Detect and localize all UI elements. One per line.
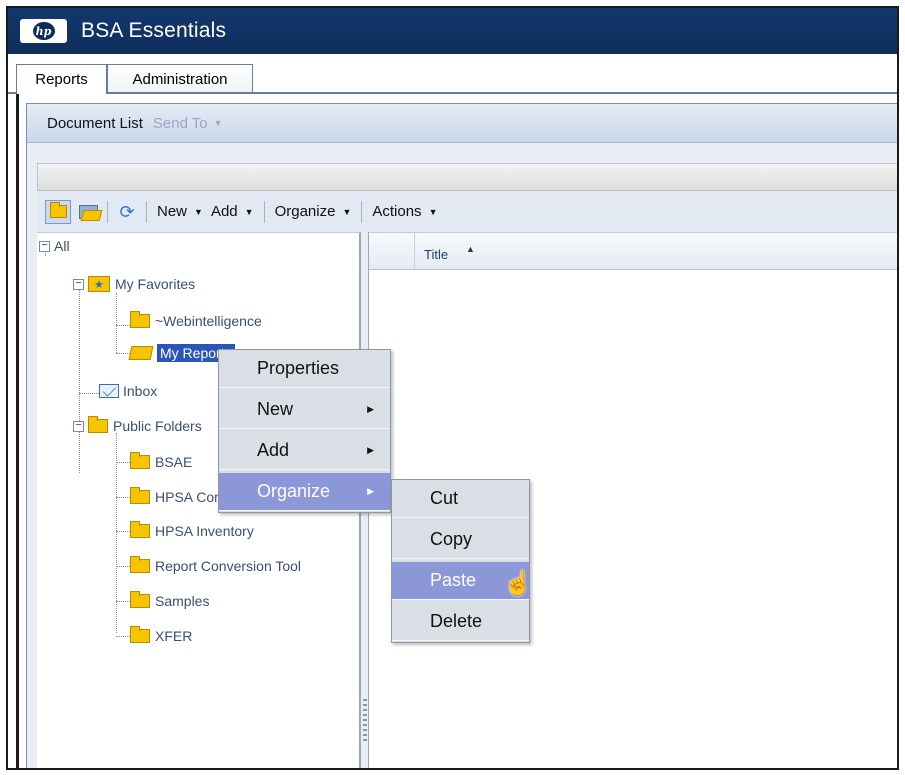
tree-item-public-folders[interactable]: − Public Folders (73, 415, 202, 437)
hand-cursor-icon: ☝ (503, 570, 533, 597)
chevron-down-icon: ▼ (244, 206, 254, 217)
tab-reports[interactable]: Reports (16, 64, 107, 94)
tab-divider (8, 92, 897, 94)
collapse-icon[interactable]: − (73, 278, 84, 290)
refresh-icon[interactable]: ⟳ (114, 200, 140, 224)
tree-item-bsae[interactable]: BSAE (130, 451, 192, 473)
submenu-arrow-icon: ▶ (367, 486, 374, 496)
header-cell-icon[interactable] (369, 233, 415, 270)
tree-item-report-conversion-tool[interactable]: Report Conversion Tool (130, 555, 301, 577)
tree-connector (116, 325, 130, 326)
toolbar: ⟳ New ▼ Add ▼ Organize ▼ Actions ▼ (37, 191, 897, 232)
sort-ascending-icon: ▲ (466, 244, 475, 254)
tab-bar: Reports Administration (8, 54, 897, 94)
folder-icon (130, 626, 150, 643)
tree-connector (79, 393, 101, 394)
menu-item-delete[interactable]: Delete (392, 603, 529, 641)
chevron-down-icon: ▼ (428, 206, 438, 217)
folder-icon[interactable] (45, 199, 71, 224)
toolbar-separator (263, 200, 265, 223)
tree-connector (116, 566, 130, 567)
favorites-folder-icon: ★ (88, 276, 110, 292)
tree-item-all[interactable]: − All (39, 235, 70, 257)
menu-item-new[interactable]: New ▶ (219, 391, 390, 429)
new-menu-button[interactable]: New ▼ (153, 203, 207, 220)
frame-border-left (16, 93, 19, 768)
tree-connector (116, 601, 130, 602)
menu-item-properties[interactable]: Properties (219, 350, 390, 388)
chevron-down-icon: ▼ (213, 118, 223, 128)
menu-item-copy[interactable]: Copy (392, 521, 529, 559)
organize-submenu: Cut Copy Paste Delete (391, 479, 530, 643)
folder-icon (130, 556, 150, 573)
tree-item-xfer[interactable]: XFER (130, 625, 192, 647)
tree-item-my-favorites[interactable]: − ★ My Favorites (73, 273, 195, 295)
folder-icon (130, 452, 150, 469)
document-list-label[interactable]: Document List (47, 115, 143, 132)
tree-connector (116, 293, 117, 353)
tab-administration[interactable]: Administration (107, 64, 253, 93)
collapse-icon[interactable]: − (73, 420, 84, 432)
folder-icon (130, 591, 150, 608)
tree-connector (116, 531, 130, 532)
tree-connector (116, 353, 130, 354)
folder-icon (130, 487, 150, 504)
tree-connector (116, 497, 130, 498)
toolbar-separator (146, 200, 147, 223)
folder-icon (130, 521, 150, 538)
toolbar-separator (361, 200, 363, 223)
tree-item-hpsa-inventory[interactable]: HPSA Inventory (130, 520, 254, 542)
send-to-menu: Send To (152, 114, 208, 132)
chevron-down-icon: ▼ (342, 206, 352, 217)
tree-connector (116, 433, 117, 633)
app-title: BSA Essentials (81, 19, 227, 42)
title-bar: hp BSA Essentials (8, 8, 897, 54)
tree-connector (116, 636, 130, 637)
menu-item-organize[interactable]: Organize ▶ (219, 473, 390, 511)
open-folder-icon (128, 346, 154, 360)
context-menu: Properties New ▶ Add ▶ Organize ▶ (218, 349, 391, 513)
list-header: Title ▲ (369, 233, 897, 270)
spacer (27, 143, 897, 163)
chevron-down-icon: ▼ (194, 206, 203, 217)
submenu-arrow-icon: ▶ (367, 445, 374, 455)
folder-icon (130, 311, 150, 328)
splitter-grip[interactable] (363, 699, 367, 743)
menu-item-add[interactable]: Add ▶ (219, 432, 390, 470)
reports-panel: Document List Send To ▼ ⟳ New ▼ Add ▼ Orga… (26, 103, 897, 768)
organize-menu-button[interactable]: Organize ▼ (271, 203, 356, 220)
hp-logo: hp (20, 19, 67, 43)
folder-icon (88, 416, 108, 433)
tree-item-webintelligence[interactable]: ~Webintelligence (130, 310, 262, 332)
app-window: hp BSA Essentials Reports Administration… (6, 6, 899, 770)
toolbar-separator (107, 200, 108, 223)
actions-menu-button[interactable]: Actions ▼ (368, 203, 441, 220)
tree-item-samples[interactable]: Samples (130, 590, 209, 612)
menu-item-cut[interactable]: Cut (392, 480, 529, 518)
open-folder-icon[interactable] (75, 200, 101, 224)
header-strip (37, 163, 897, 191)
column-header-title[interactable]: Title (424, 247, 448, 262)
tree-item-inbox[interactable]: Inbox (99, 380, 157, 402)
tree-connector (79, 283, 80, 473)
collapse-icon[interactable]: − (39, 240, 50, 252)
document-list-bar: Document List Send To ▼ (27, 104, 897, 143)
tree-connector (116, 462, 130, 463)
submenu-arrow-icon: ▶ (367, 404, 374, 414)
add-menu-button[interactable]: Add ▼ (207, 203, 258, 220)
inbox-icon (99, 384, 119, 398)
